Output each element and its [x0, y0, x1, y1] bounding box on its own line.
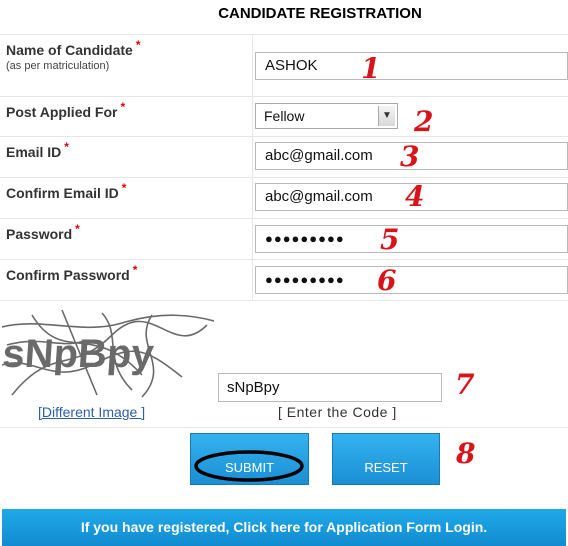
captcha-text: sNpBpy — [2, 332, 156, 376]
required-marker: * — [120, 100, 126, 114]
email-label: Email ID * — [6, 140, 69, 160]
candidate-name-sublabel: (as per matriculation) — [6, 60, 110, 72]
annotation-marker-1: 1 — [361, 52, 381, 85]
annotation-marker-7: 7 — [455, 368, 475, 401]
confirm-password-input[interactable]: ●●●●●●●●● — [255, 266, 568, 294]
annotation-marker-6: 6 — [377, 264, 397, 297]
page-title: CANDIDATE REGISTRATION — [218, 5, 422, 22]
post-applied-value: Fellow — [264, 108, 305, 124]
required-marker: * — [121, 181, 127, 195]
confirm-email-label: Confirm Email ID * — [6, 181, 127, 201]
submit-button[interactable]: SUBMIT — [190, 433, 309, 485]
password-input[interactable]: ●●●●●●●●● — [255, 225, 568, 253]
enter-code-hint: [ Enter the Code ] — [278, 404, 397, 420]
annotation-marker-2: 2 — [414, 105, 434, 138]
annotation-marker-4: 4 — [405, 180, 425, 213]
post-applied-select[interactable]: Fellow ▼ — [255, 103, 398, 129]
reset-button[interactable]: RESET — [332, 433, 440, 485]
required-marker: * — [135, 38, 141, 52]
captcha-code-input[interactable]: sNpBpy — [218, 373, 442, 402]
annotation-marker-3: 3 — [400, 140, 420, 173]
post-applied-label: Post Applied For * — [6, 100, 126, 120]
candidate-name-label: Name of Candidate * — [6, 38, 141, 58]
password-label: Password * — [6, 222, 80, 242]
captcha-image: sNpBpy — [1, 305, 215, 401]
different-image-link[interactable]: [Different Image ] — [38, 404, 145, 420]
divider — [0, 300, 568, 301]
required-marker: * — [132, 263, 138, 277]
annotation-marker-5: 5 — [380, 223, 400, 256]
divider — [0, 427, 568, 428]
application-login-link[interactable]: If you have registered, Click here for A… — [2, 509, 566, 546]
annotation-marker-8: 8 — [456, 437, 476, 470]
highlight-circle — [194, 450, 304, 482]
required-marker: * — [64, 140, 69, 154]
candidate-name-input[interactable]: ASHOK — [255, 52, 568, 80]
chevron-down-icon[interactable]: ▼ — [378, 106, 395, 126]
captcha-noise-graphic: sNpBpy — [1, 309, 215, 398]
confirm-password-label: Confirm Password * — [6, 263, 138, 283]
reset-button-label: RESET — [364, 460, 408, 475]
required-marker: * — [75, 222, 80, 236]
